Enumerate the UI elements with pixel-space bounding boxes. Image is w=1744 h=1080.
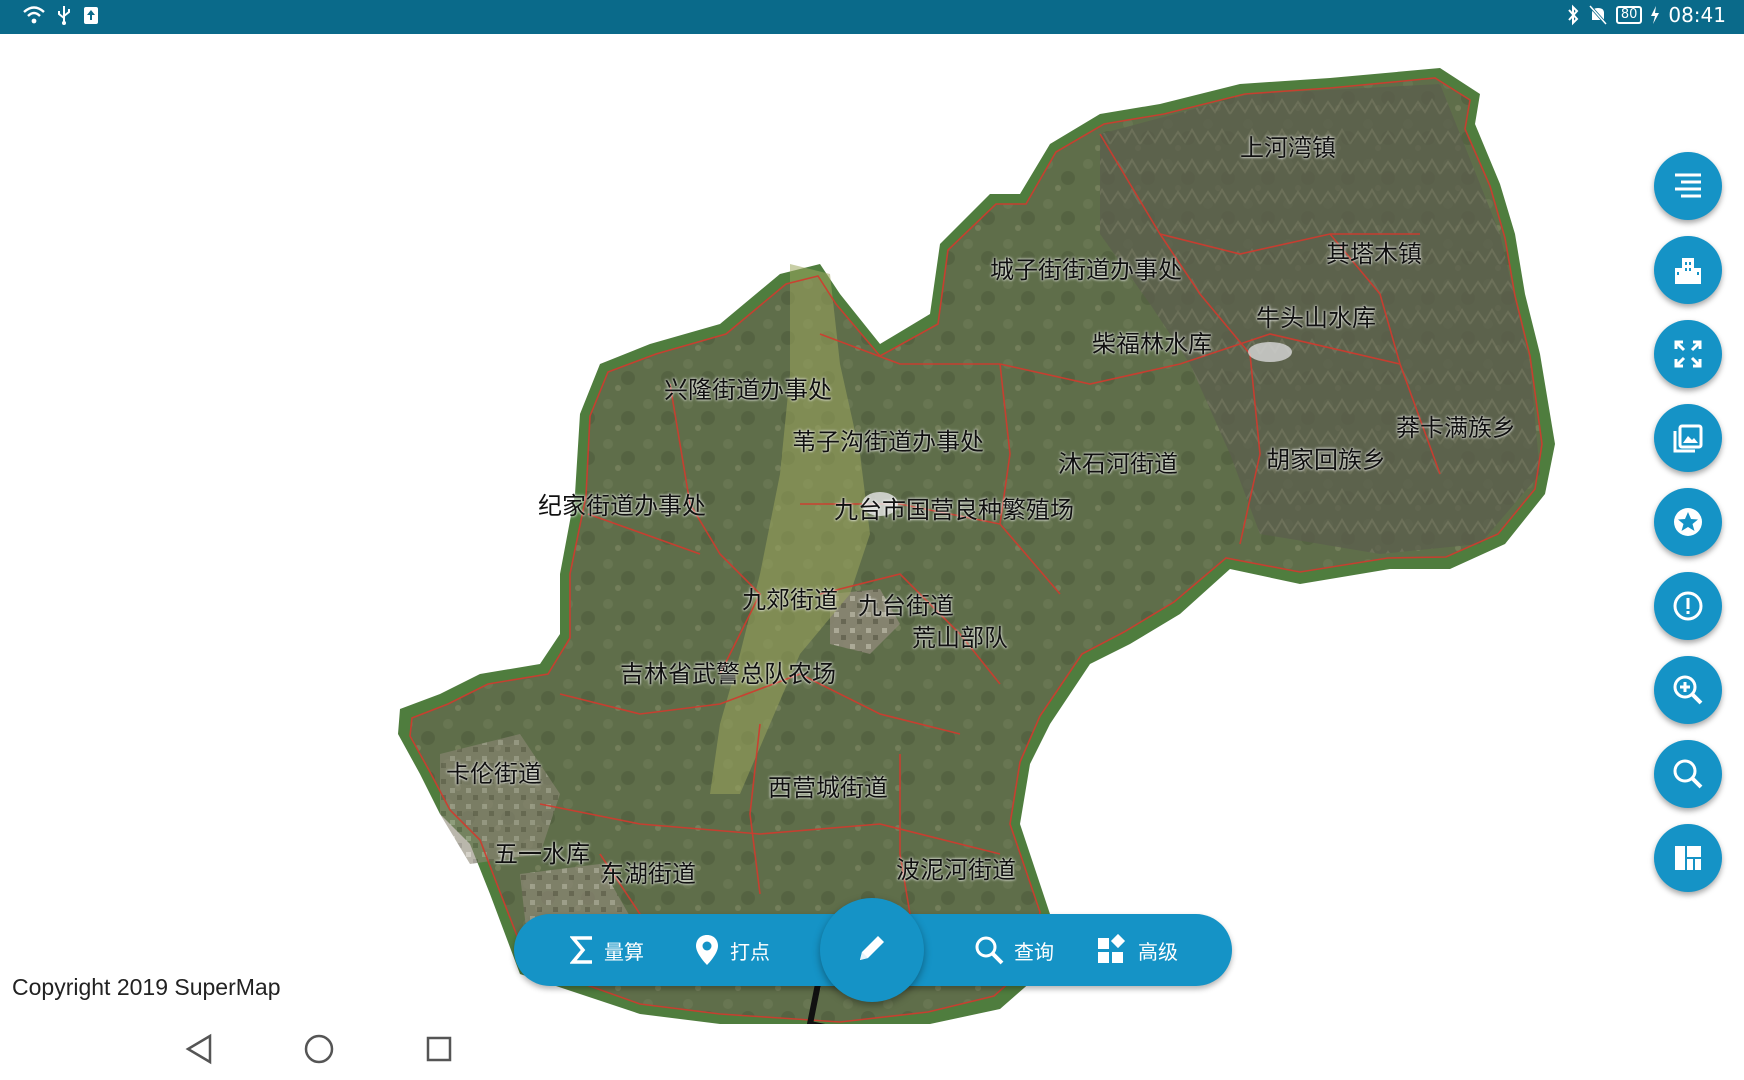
mark-point-label: 打点 [730,939,770,964]
recents-icon[interactable] [424,1032,454,1070]
measure-button[interactable]: 量算 [570,914,644,986]
layer-list-button[interactable] [1654,152,1722,220]
label-chengzijie[interactable]: 城子街街道办事处 [990,250,1182,285]
label-hujiahui[interactable]: 胡家回族乡 [1266,440,1386,475]
reservoir-niutoushan [1248,342,1292,362]
star-icon [1672,506,1704,538]
zoom-in-icon [1672,674,1704,706]
widgets-icon [1096,934,1128,966]
label-xiyingcheng[interactable]: 西营城街道 [768,768,888,803]
dashboard-button[interactable] [1654,824,1722,892]
alert-button[interactable] [1654,572,1722,640]
label-kalun[interactable]: 卡伦街道 [446,754,542,789]
dashboard-icon [1672,842,1704,874]
label-jijia[interactable]: 纪家街道办事处 [538,486,706,521]
mark-point-button[interactable]: 打点 [694,914,770,986]
list-icon [1671,171,1705,201]
home-icon[interactable] [302,1032,336,1070]
building-icon [1672,254,1704,286]
query-label: 查询 [1014,939,1054,964]
bluetooth-icon [1566,4,1580,26]
label-wujing[interactable]: 吉林省武警总队农场 [620,654,836,689]
advanced-label: 高级 [1138,939,1178,964]
fullscreen-button[interactable] [1654,320,1722,388]
label-bonihe[interactable]: 波泥河街道 [896,850,1016,885]
map-copyright: Copyright 2019 SuperMap [12,974,281,1000]
usb-icon [56,4,72,26]
upload-icon [82,4,100,26]
wifi-icon [22,4,46,26]
label-xinglong[interactable]: 兴隆街道办事处 [664,370,832,405]
location-pin-icon [694,934,720,966]
fullscreen-icon [1672,338,1704,370]
label-jiutai[interactable]: 九台街道 [858,586,954,621]
status-time: 08:41 [1668,3,1726,27]
label-qitamu[interactable]: 其塔木镇 [1326,234,1422,269]
battery-icon: 80 [1615,6,1643,24]
search-button[interactable] [1654,740,1722,808]
search-icon [1672,758,1704,790]
pencil-icon [854,930,890,970]
query-button[interactable]: 查询 [974,914,1054,986]
label-wuyi[interactable]: 五一水库 [494,834,590,869]
alert-icon [1672,590,1704,622]
measure-label: 量算 [604,939,644,964]
favorite-button[interactable] [1654,488,1722,556]
label-jiutai-farm[interactable]: 九台市国营良种繁殖场 [834,490,1074,525]
label-shanghewan[interactable]: 上河湾镇 [1240,128,1336,163]
gallery-button[interactable] [1654,404,1722,472]
building-button[interactable] [1654,236,1722,304]
map-canvas[interactable] [0,34,1744,1024]
edit-button[interactable] [820,898,924,1002]
system-nav-bar [0,1024,1744,1080]
label-mangkaman[interactable]: 莽卡满族乡 [1396,408,1516,443]
label-jiujiao[interactable]: 九郊街道 [742,580,838,615]
gallery-icon [1672,422,1704,454]
sigma-icon [570,935,594,965]
label-niutoushan[interactable]: 牛头山水库 [1256,298,1376,333]
back-icon[interactable] [184,1032,214,1070]
label-huangshan[interactable]: 荒山部队 [912,618,1008,653]
label-donghu[interactable]: 东湖街道 [600,854,696,889]
charging-icon [1650,5,1660,25]
zoom-in-button[interactable] [1654,656,1722,724]
label-mushihe[interactable]: 沐石河街道 [1058,444,1178,479]
label-weizigou[interactable]: 苇子沟街道办事处 [792,422,984,457]
search-icon [974,935,1004,965]
advanced-button[interactable]: 高级 [1096,914,1178,986]
mute-icon [1588,4,1608,26]
status-bar: 80 08:41 [0,0,1744,34]
label-chaifulin[interactable]: 柴福林水库 [1092,324,1212,359]
map-view[interactable]: 上河湾镇 城子街街道办事处 其塔木镇 牛头山水库 柴福林水库 兴隆街道办事处 苇… [0,34,1744,1024]
